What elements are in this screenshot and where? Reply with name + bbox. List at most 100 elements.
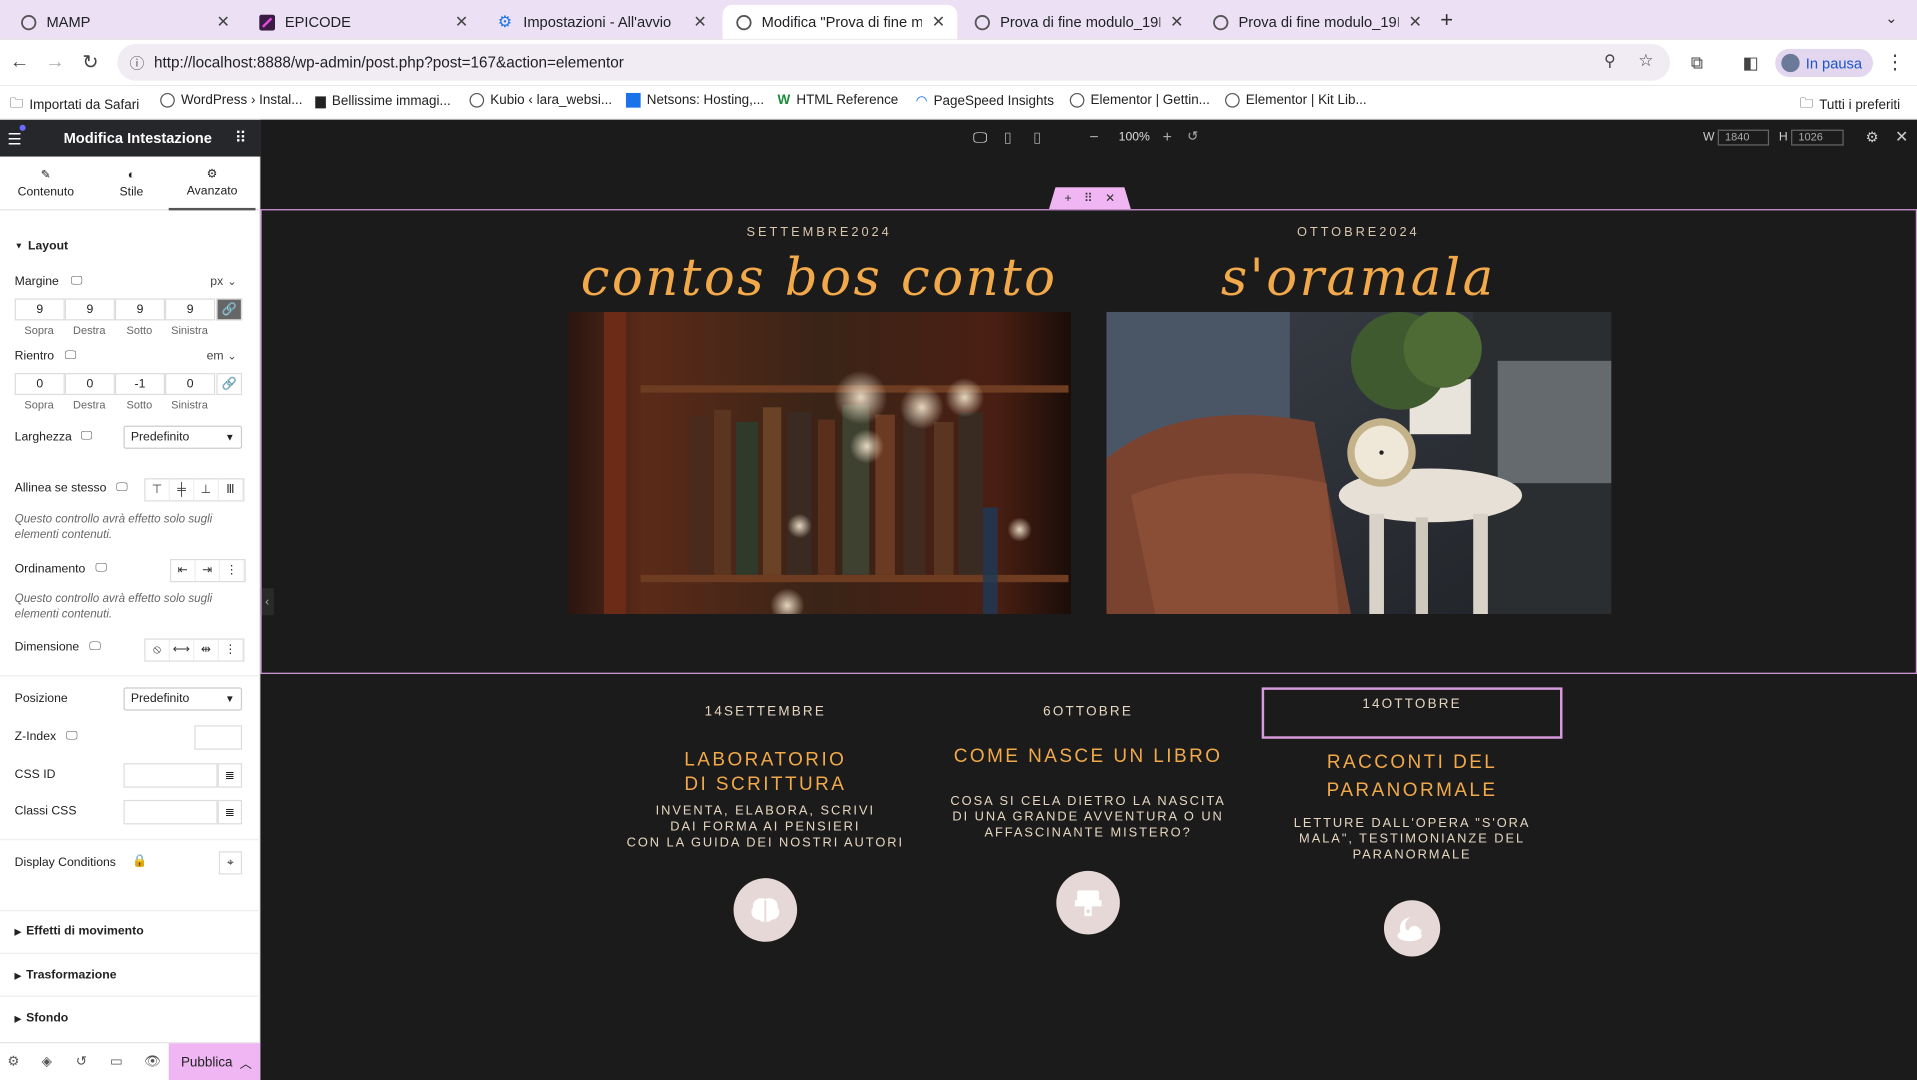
back-icon[interactable]: ← [6,49,33,76]
desktop-icon[interactable]: 🖵 [95,561,107,574]
bookmark-item[interactable]: WordPress › Instal... [160,92,303,108]
new-tab-icon[interactable]: + [1440,7,1453,33]
desktop-icon[interactable]: 🖵 [89,640,101,653]
close-tab-icon[interactable]: ✕ [693,12,706,32]
desktop-icon[interactable]: 🖵 [65,349,77,362]
padding-left-input[interactable]: 0 [165,373,216,396]
layout-section-toggle[interactable]: ▼ Layout [15,240,68,253]
selected-header-section[interactable]: SETTEMBRE2024 contos bos conto OTTOBRE20… [260,209,1917,674]
bookmark-item[interactable]: Elementor | Gettin... [1069,92,1210,108]
align-start-icon[interactable]: ⊤ [145,479,170,501]
order-last-icon[interactable]: ⇥ [196,560,221,581]
chevron-down-icon[interactable]: ⌄ [1885,10,1897,27]
margin-bottom-input[interactable]: 9 [114,298,166,321]
site-info-icon[interactable]: ⓘ [130,53,145,74]
hamburger-icon[interactable]: ☰ [7,130,21,150]
tab-avanzato[interactable]: ⚙ Avanzato [168,157,256,211]
side-panel-icon[interactable]: ◧ [1737,49,1764,76]
profile-button[interactable]: In pausa [1775,48,1873,78]
grid-icon[interactable]: ⠿ [235,128,247,148]
bookmark-item[interactable]: Elementor | Kit Lib... [1225,92,1367,108]
tab-stile[interactable]: ◐ Stile [88,157,175,211]
close-tab-icon[interactable]: ✕ [932,12,945,32]
publish-button[interactable]: Pubblica ︿ [168,1043,261,1080]
zoom-out-icon[interactable]: − [1089,127,1098,145]
address-bar[interactable]: ⓘ http://localhost:8888/wp-admin/post.ph… [117,44,1671,81]
align-center-icon[interactable]: ╪ [170,479,195,501]
star-icon[interactable]: ☆ [1638,50,1653,71]
padding-bottom-input[interactable]: -1 [114,373,166,396]
zindex-input[interactable] [194,725,243,750]
chevron-up-icon[interactable]: ︿ [240,1053,252,1071]
more-icon[interactable]: ⋮ [220,560,245,581]
reset-zoom-icon[interactable]: ↺ [1187,128,1198,145]
section-handle[interactable]: + ⠿ ✕ [1048,187,1131,210]
bookmark-item[interactable]: ▆ Bellissime immagi... [315,93,450,109]
gear-icon[interactable]: ⚙ [7,1053,19,1069]
dynamic-tags-icon[interactable]: ≣ [217,763,243,788]
all-bookmarks[interactable]: 🗀 Tutti i preferiti [1800,93,1901,116]
margin-unit-select[interactable]: px [210,275,223,288]
responsive-icon[interactable]: ▭ [110,1053,123,1069]
link-values-icon[interactable]: 🔗 [216,373,243,396]
tab-epicode[interactable]: EPICODE ✕ [246,5,481,39]
more-icon[interactable]: ⋮ [219,639,244,661]
padding-unit-select[interactable]: em [207,350,224,363]
desktop-icon[interactable]: 🖵 [71,274,83,287]
desktop-icon[interactable]: 🖵 [973,128,987,146]
zoom-in-icon[interactable]: + [1163,127,1172,145]
close-icon[interactable]: ✕ [1895,127,1908,147]
bookmark-item[interactable]: Netsons: Hosting,... [625,92,764,108]
tab-preview-1[interactable]: Prova di fine modulo_19Febbr ✕ [961,5,1196,39]
grow-icon[interactable]: ⟷ [170,639,195,661]
close-tab-icon[interactable]: ✕ [1409,12,1422,32]
desktop-icon[interactable]: 🖵 [66,729,78,742]
tab-preview-2[interactable]: Prova di fine modulo_19Febbr ✕ [1199,5,1434,39]
padding-right-input[interactable]: 0 [64,373,115,396]
bookmark-item[interactable]: W HTML Reference [778,93,899,108]
margin-left-input[interactable]: 9 [165,298,216,321]
close-tab-icon[interactable]: ✕ [455,12,468,32]
link-values-icon[interactable]: 🔗 [216,298,243,321]
mobile-icon[interactable]: ▯ [1033,128,1041,145]
layers-icon[interactable]: ◈ [42,1053,52,1069]
tab-elementor-edit[interactable]: Modifica "Prova di fine modulo ✕ [722,4,958,40]
close-tab-icon[interactable]: ✕ [1170,12,1183,32]
width-select[interactable]: Predefinito ▼ [123,425,243,449]
eye-icon[interactable]: 👁 [144,1053,161,1069]
height-input[interactable]: 1026 [1791,129,1844,146]
reload-icon[interactable]: ↻ [77,49,104,76]
conditions-icon[interactable]: ⌖ [218,851,243,875]
background-toggle[interactable]: ▶ Sfondo [15,1012,69,1025]
extensions-icon[interactable]: ⧉ [1683,49,1710,76]
css-classes-input[interactable] [123,799,218,825]
forward-icon[interactable]: → [42,49,69,76]
bookmark-folder[interactable]: 🗀 Importati da Safari [10,93,139,116]
padding-top-input[interactable]: 0 [14,373,65,396]
menu-dots-icon[interactable]: ⋮ [1882,49,1909,76]
desktop-icon[interactable]: 🖵 [116,481,128,494]
transform-toggle[interactable]: ▶ Trasformazione [15,969,117,982]
tablet-icon[interactable]: ▯ [1004,128,1012,145]
add-icon[interactable]: + [1065,191,1072,204]
margin-right-input[interactable]: 9 [64,298,115,321]
bookmark-item[interactable]: ◠ PageSpeed Insights [916,93,1054,109]
order-first-icon[interactable]: ⇤ [171,560,196,581]
motion-effects-toggle[interactable]: ▶ Effetti di movimento [15,925,144,938]
desktop-icon[interactable]: 🖵 [81,429,93,442]
align-stretch-icon[interactable]: Ⅲ [219,479,244,501]
history-icon[interactable]: ↺ [76,1053,87,1069]
css-id-input[interactable] [123,763,218,788]
close-icon[interactable]: ✕ [1105,191,1115,204]
margin-top-input[interactable]: 9 [14,298,65,321]
align-end-icon[interactable]: ⊥ [194,479,219,501]
zoom-icon[interactable]: ⚲ [1604,51,1616,71]
dynamic-tags-icon[interactable]: ≣ [217,799,243,825]
tab-mamp[interactable]: MAMP ✕ [7,5,242,39]
position-select[interactable]: Predefinito ▼ [123,687,243,711]
gear-icon[interactable]: ⚙ [1866,128,1879,145]
tab-settings[interactable]: ⚙ Impostazioni - All'avvio ✕ [484,5,719,39]
bookmark-item[interactable]: Kubio ‹ lara_websi... [469,92,612,108]
drag-icon[interactable]: ⠿ [1084,191,1093,204]
none-icon[interactable]: ⦸ [145,639,170,661]
